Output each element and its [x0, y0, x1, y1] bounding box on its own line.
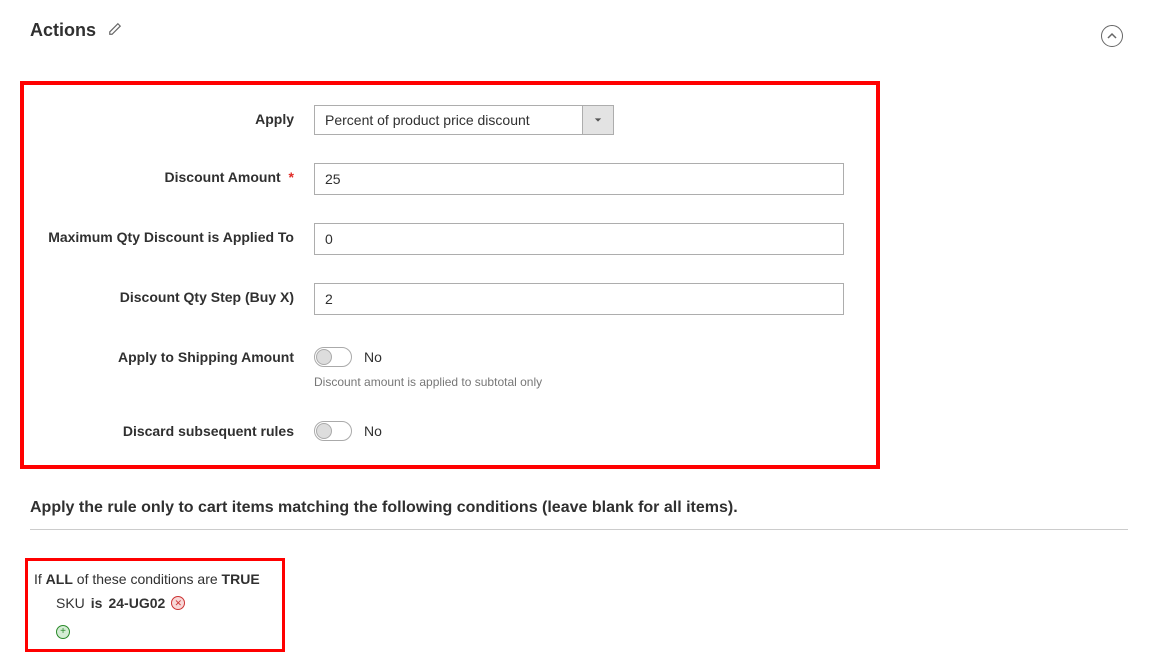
discard-rules-value: No — [364, 423, 382, 439]
collapse-toggle[interactable] — [1101, 25, 1123, 47]
field-apply: Apply Percent of product price discount — [34, 105, 856, 135]
add-condition-icon[interactable]: + — [56, 625, 70, 639]
field-qty-step: Discount Qty Step (Buy X) — [34, 283, 856, 315]
max-qty-label: Maximum Qty Discount is Applied To — [34, 223, 314, 245]
apply-shipping-toggle[interactable] — [314, 347, 352, 367]
cond-value[interactable]: TRUE — [222, 571, 260, 587]
field-discard-rules: Discard subsequent rules No — [34, 417, 856, 441]
toggle-knob — [316, 349, 332, 365]
conditions-heading: Apply the rule only to cart items matchi… — [30, 499, 1128, 530]
edit-icon[interactable] — [108, 20, 122, 41]
condition-item: SKU is 24-UG02 ✕ — [34, 595, 270, 611]
actions-highlight-box: Apply Percent of product price discount … — [20, 81, 880, 469]
chevron-up-icon — [1107, 31, 1117, 41]
qty-step-input[interactable] — [314, 283, 844, 315]
apply-shipping-label: Apply to Shipping Amount — [34, 343, 314, 365]
field-discount-amount: Discount Amount * — [34, 163, 856, 195]
cond-operator[interactable]: is — [91, 595, 103, 611]
conditions-highlight-box: If ALL of these conditions are TRUE SKU … — [25, 558, 285, 652]
cond-prefix: If — [34, 571, 46, 587]
discard-rules-label: Discard subsequent rules — [34, 417, 314, 439]
apply-shipping-hint: Discount amount is applied to subtotal o… — [314, 375, 844, 389]
dropdown-arrow-icon[interactable] — [582, 105, 614, 135]
field-apply-shipping: Apply to Shipping Amount No Discount amo… — [34, 343, 856, 389]
qty-step-label: Discount Qty Step (Buy X) — [34, 283, 314, 305]
apply-label: Apply — [34, 105, 314, 127]
discard-rules-toggle[interactable] — [314, 421, 352, 441]
section-title: Actions — [30, 20, 96, 41]
required-asterisk: * — [289, 169, 294, 185]
field-max-qty: Maximum Qty Discount is Applied To — [34, 223, 856, 255]
cond-aggregator[interactable]: ALL — [46, 571, 73, 587]
discount-amount-label-text: Discount Amount — [165, 169, 281, 185]
apply-select-value: Percent of product price discount — [314, 105, 582, 135]
max-qty-input[interactable] — [314, 223, 844, 255]
cond-mid: of these conditions are — [73, 571, 222, 587]
cond-item-value[interactable]: 24-UG02 — [108, 595, 165, 611]
toggle-knob — [316, 423, 332, 439]
discount-amount-input[interactable] — [314, 163, 844, 195]
condition-root: If ALL of these conditions are TRUE — [34, 571, 270, 587]
section-header: Actions — [30, 20, 1128, 41]
discount-amount-label: Discount Amount * — [34, 163, 314, 185]
apply-shipping-value: No — [364, 349, 382, 365]
remove-condition-icon[interactable]: ✕ — [171, 596, 185, 610]
apply-select[interactable]: Percent of product price discount — [314, 105, 614, 135]
cond-attribute[interactable]: SKU — [56, 595, 85, 611]
